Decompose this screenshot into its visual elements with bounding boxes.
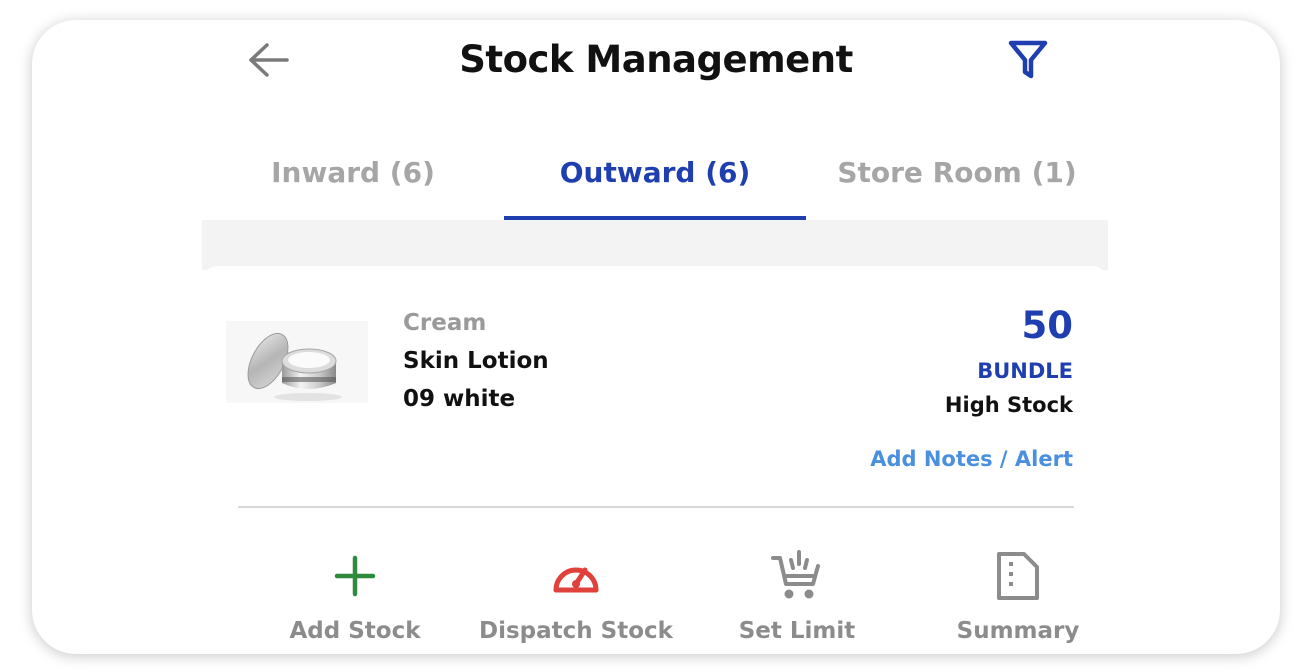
dispatch-stock-button[interactable]: Dispatch Stock [466,508,686,654]
speedometer-icon [553,567,599,593]
add-stock-button[interactable]: Add Stock [245,508,465,654]
product-variant: 09 white [403,386,516,412]
tab-outward-label: Outward (6) [559,156,751,189]
summary-button[interactable]: Summary [908,508,1128,654]
product-name: Skin Lotion [403,348,549,374]
plus-icon [334,555,376,597]
add-stock-label: Add Stock [289,618,421,644]
stock-status: High Stock [944,393,1073,417]
tab-outward[interactable]: Outward (6) [504,125,806,221]
set-limit-button[interactable]: Set Limit [687,508,907,654]
tab-inward-label: Inward (6) [271,156,435,189]
dispatch-stock-label: Dispatch Stock [479,618,673,644]
filter-button[interactable] [1006,38,1050,82]
stock-item-card: Cream Skin Lotion 09 white 50 BUNDLE Hig… [202,266,1108,654]
cart-icon [771,550,820,599]
tab-inward[interactable]: Inward (6) [202,125,504,220]
section-spacer [202,220,1108,270]
tab-store-room-label: Store Room (1) [837,156,1077,189]
filter-icon [1008,40,1048,79]
page-title: Stock Management [459,38,853,81]
product-category: Cream [403,310,487,336]
set-limit-label: Set Limit [738,618,856,644]
app-frame: Stock Management Inward (6) Outward (6) … [32,20,1280,654]
document-icon [997,552,1039,600]
product-image [226,321,368,403]
action-bar: Add Stock Dispatch Stock Set Limit Summa… [202,508,1108,654]
stock-quantity: 50 [1021,304,1074,347]
tab-store-room[interactable]: Store Room (1) [806,125,1108,220]
stock-unit: BUNDLE [977,359,1073,383]
summary-label: Summary [956,618,1080,644]
tab-bar: Inward (6) Outward (6) Store Room (1) [202,125,1108,221]
add-notes-alert-link[interactable]: Add Notes / Alert [870,447,1073,471]
